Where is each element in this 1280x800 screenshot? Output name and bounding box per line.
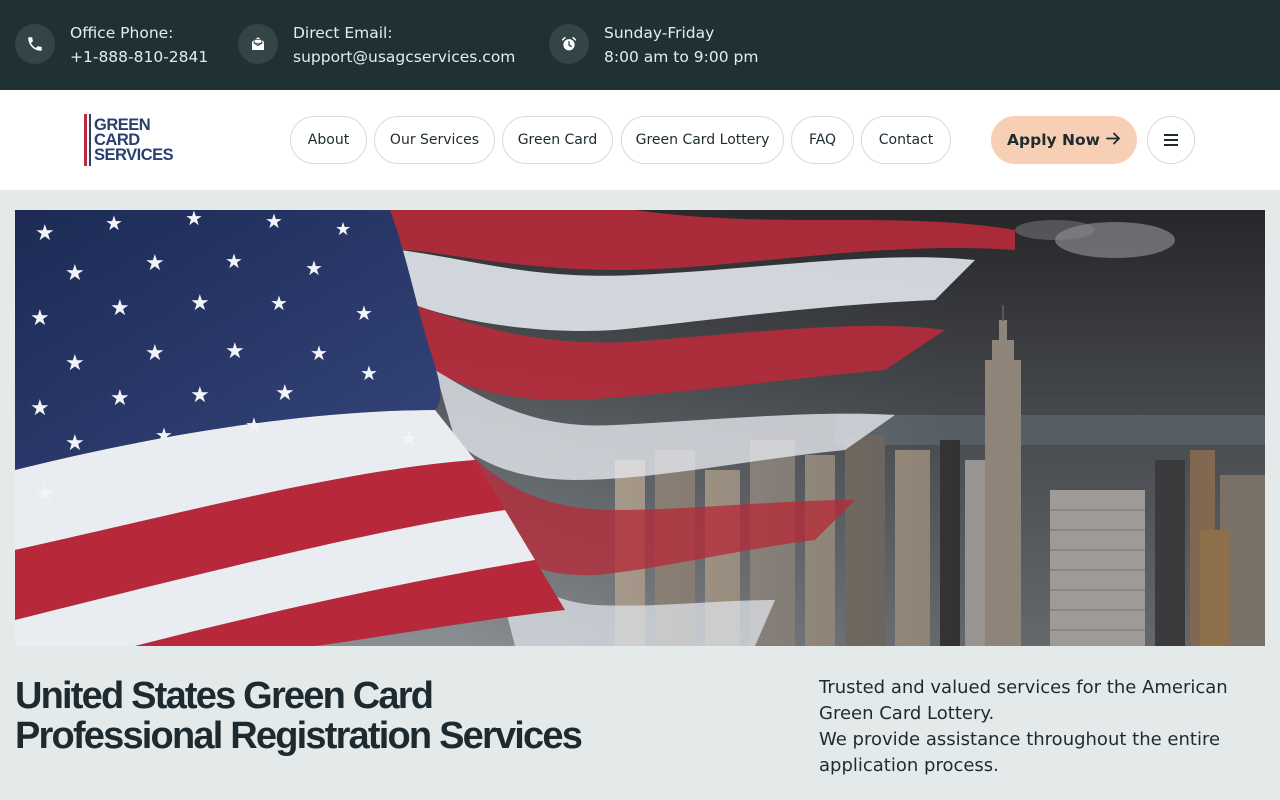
svg-text:★: ★: [145, 251, 165, 276]
hero-headline: United States Green Card Professional Re…: [15, 676, 635, 756]
svg-text:★: ★: [305, 256, 323, 280]
svg-text:★: ★: [110, 386, 130, 411]
svg-text:★: ★: [155, 423, 173, 447]
nav-our-services[interactable]: Our Services: [374, 116, 495, 164]
svg-text:★: ★: [190, 383, 210, 408]
phone-icon: [15, 24, 55, 64]
svg-text:★: ★: [65, 431, 85, 456]
nav-green-card-lottery[interactable]: Green Card Lottery: [621, 116, 784, 164]
office-phone-label: Office Phone:: [70, 24, 174, 42]
svg-text:★: ★: [310, 341, 328, 365]
nav-about[interactable]: About: [290, 116, 367, 164]
svg-text:★: ★: [65, 261, 85, 286]
hero-description: Trusted and valued services for the Amer…: [819, 675, 1259, 779]
description-line-1: Trusted and valued services for the Amer…: [819, 677, 1228, 698]
svg-text:★: ★: [275, 381, 295, 406]
svg-text:★: ★: [335, 219, 351, 240]
headline-line-2: Professional Registration Services: [15, 715, 583, 757]
headline-line-1: United States Green Card: [15, 675, 434, 717]
svg-text:★: ★: [400, 426, 418, 450]
svg-text:★: ★: [105, 211, 123, 235]
site-header: GREEN CARD SERVICES About Our Services G…: [0, 90, 1280, 190]
business-hours: Sunday-Friday 8:00 am to 9:00 pm: [549, 21, 758, 69]
description-line-3: We provide assistance throughout the ent…: [819, 729, 1221, 750]
svg-text:★: ★: [145, 341, 165, 366]
office-phone-number[interactable]: +1-888-810-2841: [70, 45, 208, 69]
svg-text:★: ★: [30, 306, 50, 331]
hamburger-menu-button[interactable]: [1147, 116, 1195, 164]
apply-now-button[interactable]: Apply Now: [991, 116, 1137, 164]
svg-text:★: ★: [35, 221, 55, 246]
svg-text:★: ★: [35, 481, 55, 506]
svg-text:★: ★: [360, 361, 378, 385]
svg-text:★: ★: [225, 249, 243, 273]
svg-text:★: ★: [30, 396, 50, 421]
svg-text:★: ★: [355, 301, 373, 325]
business-hours-time: 8:00 am to 9:00 pm: [604, 48, 759, 66]
logo-red-stripe: [84, 114, 87, 166]
svg-text:★: ★: [65, 351, 85, 376]
direct-email-address[interactable]: support@usagcservices.com: [293, 45, 515, 69]
svg-text:★: ★: [265, 210, 283, 233]
site-logo[interactable]: GREEN CARD SERVICES: [84, 114, 174, 166]
description-line-2: Green Card Lottery.: [819, 703, 995, 724]
nav-green-card[interactable]: Green Card: [502, 116, 613, 164]
flag-and-skyline-illustration: ★ ★ ★ ★ ★ ★ ★ ★ ★ ★ ★ ★ ★ ★ ★ ★ ★ ★ ★ ★ …: [15, 210, 1265, 646]
svg-text:★: ★: [110, 296, 130, 321]
hamburger-menu-icon: [1164, 131, 1178, 149]
mail-icon: [238, 24, 278, 64]
nav-faq[interactable]: FAQ: [791, 116, 854, 164]
contact-bar: Office Phone: +1-888-810-2841 Direct Ema…: [0, 0, 1280, 90]
svg-text:★: ★: [185, 210, 203, 230]
description-line-4: application process.: [819, 755, 999, 776]
svg-text:★: ★: [225, 339, 245, 364]
apply-now-label: Apply Now: [1007, 131, 1100, 149]
svg-text:★: ★: [190, 291, 210, 316]
office-phone[interactable]: Office Phone: +1-888-810-2841: [15, 21, 208, 69]
business-days: Sunday-Friday: [604, 24, 715, 42]
direct-email[interactable]: Direct Email: support@usagcservices.com: [238, 21, 515, 69]
alarm-clock-icon: [549, 24, 589, 64]
nav-contact[interactable]: Contact: [861, 116, 951, 164]
logo-text-services: SERVICES: [94, 146, 174, 164]
hero-image: ★ ★ ★ ★ ★ ★ ★ ★ ★ ★ ★ ★ ★ ★ ★ ★ ★ ★ ★ ★ …: [15, 210, 1265, 646]
logo-blue-stripe: [89, 114, 91, 166]
arrow-right-icon: [1106, 131, 1121, 149]
svg-text:★: ★: [245, 413, 263, 437]
svg-text:★: ★: [270, 291, 288, 315]
direct-email-label: Direct Email:: [293, 24, 393, 42]
